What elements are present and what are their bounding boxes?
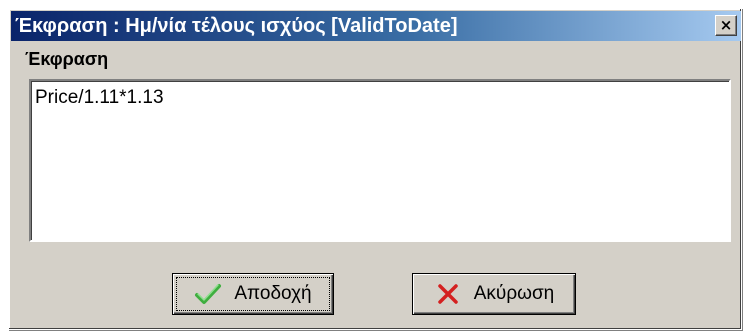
- cancel-button[interactable]: Ακύρωση: [412, 273, 576, 315]
- close-icon: ×: [719, 16, 733, 34]
- close-button[interactable]: ×: [715, 15, 737, 36]
- x-icon: [434, 280, 462, 308]
- cancel-button-label: Ακύρωση: [473, 283, 555, 304]
- expression-input[interactable]: [29, 79, 731, 242]
- title-bar[interactable]: Έκφραση : Ημ/νία τέλους ισχύος [ValidToD…: [11, 11, 741, 41]
- ok-button[interactable]: Αποδοχή: [172, 273, 334, 315]
- checkmark-icon: [194, 280, 222, 308]
- expression-label: Έκφραση: [25, 49, 109, 69]
- expression-dialog: Έκφραση : Ημ/νία τέλους ισχύος [ValidToD…: [8, 8, 742, 330]
- dialog-title: Έκφραση : Ημ/νία τέλους ισχύος [ValidToD…: [15, 15, 458, 37]
- ok-button-label: Αποδοχή: [234, 283, 312, 304]
